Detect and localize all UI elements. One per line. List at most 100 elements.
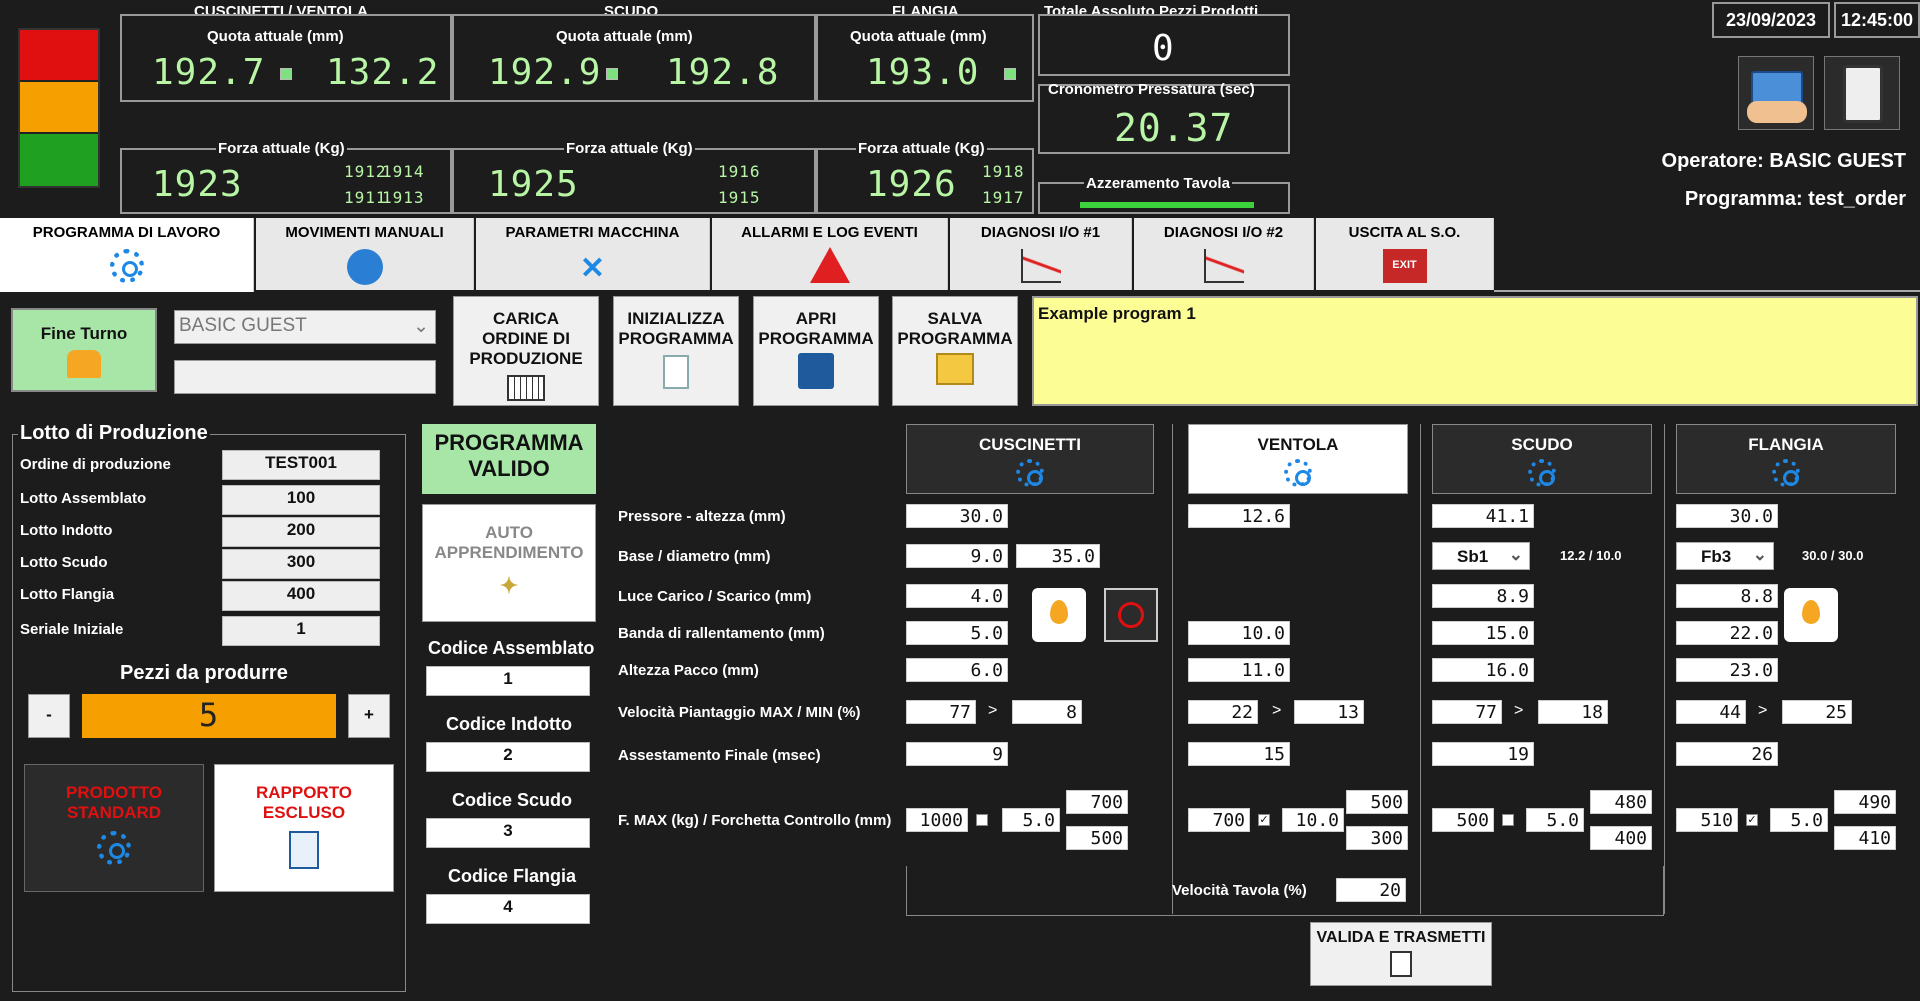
scu-pressore[interactable]: 41.1 xyxy=(1432,504,1534,528)
scu-fmax[interactable]: 500 xyxy=(1432,808,1494,832)
section-flangia[interactable]: FLANGIA xyxy=(1676,424,1896,494)
lotto-row-value[interactable]: 300 xyxy=(222,549,380,579)
ven-fmax[interactable]: 700 xyxy=(1188,808,1250,832)
cus-fmax[interactable]: 1000 xyxy=(906,808,968,832)
tab-uscita-so[interactable]: USCITA AL S.O. EXIT xyxy=(1316,218,1494,290)
scu-f-hi[interactable]: 480 xyxy=(1590,790,1652,814)
inizializza-programma-button[interactable]: INIZIALIZZA PROGRAMMA xyxy=(613,296,739,406)
tab-diagnosi-io-1[interactable]: DIAGNOSI I/O #1 xyxy=(950,218,1132,290)
tab-parametri-macchina[interactable]: PARAMETRI MACCHINA ✕ xyxy=(476,218,710,290)
fla-fmax[interactable]: 510 xyxy=(1676,808,1738,832)
ven-pressore[interactable]: 12.6 xyxy=(1188,504,1290,528)
cus-pressore[interactable]: 30.0 xyxy=(906,504,1008,528)
cus-assestamento[interactable]: 9 xyxy=(906,742,1008,766)
calculator-button[interactable] xyxy=(1824,56,1900,130)
ven-pacco[interactable]: 11.0 xyxy=(1188,658,1290,682)
scu-vmax[interactable]: 77 xyxy=(1432,700,1502,724)
fla-base-select[interactable]: Fb3 ⌄ xyxy=(1676,542,1774,570)
fine-turno-button[interactable]: Fine Turno xyxy=(11,308,157,392)
tab-programma-di-lavoro[interactable]: PROGRAMMA DI LAVORO xyxy=(0,218,254,292)
sc-status-led xyxy=(606,68,618,80)
cus-disable-button[interactable] xyxy=(1104,588,1158,642)
pezzi-plus-button[interactable]: + xyxy=(348,694,390,738)
sc-forza-label: Forza attuale (Kg) xyxy=(564,140,695,157)
section-scudo[interactable]: SCUDO xyxy=(1432,424,1652,494)
valida-trasmetti-button[interactable]: VALIDA E TRASMETTI xyxy=(1310,922,1492,986)
fla-luce[interactable]: 8.8 xyxy=(1676,584,1778,608)
ven-forchetta[interactable]: 10.0 xyxy=(1282,808,1344,832)
fla-lubrication-button[interactable] xyxy=(1784,588,1838,642)
codice-value[interactable]: 4 xyxy=(426,894,590,924)
ven-vmin[interactable]: 13 xyxy=(1294,700,1364,724)
fla-pacco[interactable]: 23.0 xyxy=(1676,658,1778,682)
cus-lubrication-button[interactable] xyxy=(1032,588,1086,642)
scu-base-select[interactable]: Sb1 ⌄ xyxy=(1432,542,1530,570)
carica-ordine-button[interactable]: CARICA ORDINE DI PRODUZIONE xyxy=(453,296,599,406)
fla-vmax[interactable]: 44 xyxy=(1676,700,1746,724)
operator-select[interactable]: BASIC GUEST ⌄ xyxy=(174,310,436,344)
param-label: Banda di rallentamento (mm) xyxy=(618,625,825,642)
section-ventola[interactable]: VENTOLA xyxy=(1188,424,1408,494)
cus-pacco[interactable]: 6.0 xyxy=(906,658,1008,682)
cus-checkbox[interactable] xyxy=(976,814,988,826)
scu-pacco[interactable]: 16.0 xyxy=(1432,658,1534,682)
prodotto-standard-button[interactable]: PRODOTTO STANDARD xyxy=(24,764,204,892)
ven-banda[interactable]: 10.0 xyxy=(1188,621,1290,645)
codice-value[interactable]: 3 xyxy=(426,818,590,848)
lotto-row-label: Seriale Iniziale xyxy=(20,621,124,638)
ven-assestamento[interactable]: 15 xyxy=(1188,742,1290,766)
fla-banda[interactable]: 22.0 xyxy=(1676,621,1778,645)
rapporto-escluso-button[interactable]: RAPPORTO ESCLUSO xyxy=(214,764,394,892)
operator-input[interactable] xyxy=(174,360,436,394)
ven-checkbox[interactable]: ✓ xyxy=(1258,814,1270,826)
scu-luce[interactable]: 8.9 xyxy=(1432,584,1534,608)
fla-vmin[interactable]: 25 xyxy=(1782,700,1852,724)
fla-assestamento[interactable]: 26 xyxy=(1676,742,1778,766)
program-notes[interactable]: Example program 1 xyxy=(1032,296,1918,406)
cus-banda[interactable]: 5.0 xyxy=(906,621,1008,645)
ven-f-lo[interactable]: 300 xyxy=(1346,826,1408,850)
pezzi-value[interactable]: 5 xyxy=(82,694,336,738)
codice-value[interactable]: 1 xyxy=(426,666,590,696)
velocita-value[interactable]: 20 xyxy=(1336,878,1406,902)
lotto-row-value[interactable]: 1 xyxy=(222,616,380,646)
lotto-row-value[interactable]: TEST001 xyxy=(222,450,380,480)
cus-luce[interactable]: 4.0 xyxy=(906,584,1008,608)
cus-forchetta[interactable]: 5.0 xyxy=(1002,808,1060,832)
scu-assestamento[interactable]: 19 xyxy=(1432,742,1534,766)
cus-f-hi[interactable]: 700 xyxy=(1066,790,1128,814)
codice-value[interactable]: 2 xyxy=(426,742,590,772)
cus-vmin[interactable]: 8 xyxy=(1012,700,1082,724)
scu-f-lo[interactable]: 400 xyxy=(1590,826,1652,850)
section-cuscinetti[interactable]: CUSCINETTI xyxy=(906,424,1154,494)
tab-allarmi-log[interactable]: ALLARMI E LOG EVENTI xyxy=(712,218,948,290)
scu-checkbox[interactable] xyxy=(1502,814,1514,826)
ven-f-hi[interactable]: 500 xyxy=(1346,790,1408,814)
apri-programma-button[interactable]: APRI PROGRAMMA xyxy=(753,296,879,406)
tab-movimenti-manuali[interactable]: MOVIMENTI MANUALI xyxy=(256,218,474,290)
fla-f-hi[interactable]: 490 xyxy=(1834,790,1896,814)
cus-f-lo[interactable]: 500 xyxy=(1066,826,1128,850)
lotto-row-value[interactable]: 400 xyxy=(222,581,380,611)
cus-diametro[interactable]: 35.0 xyxy=(1016,544,1100,568)
scu-vmin[interactable]: 18 xyxy=(1538,700,1608,724)
cus-base[interactable]: 9.0 xyxy=(906,544,1008,568)
salva-programma-button[interactable]: SALVA PROGRAMMA xyxy=(892,296,1018,406)
keyboard-button[interactable] xyxy=(1738,56,1814,130)
tab-diagnosi-io-2[interactable]: DIAGNOSI I/O #2 xyxy=(1134,218,1314,290)
gear-icon xyxy=(1016,459,1044,487)
ven-vmax[interactable]: 22 xyxy=(1188,700,1258,724)
cv-forza-3: 1911 xyxy=(344,188,387,207)
lotto-row-value[interactable]: 200 xyxy=(222,517,380,547)
pezzi-minus-button[interactable]: - xyxy=(28,694,70,738)
scu-banda[interactable]: 15.0 xyxy=(1432,621,1534,645)
fla-forchetta[interactable]: 5.0 xyxy=(1770,808,1828,832)
fla-f-lo[interactable]: 410 xyxy=(1834,826,1896,850)
cv-quota-label: Quota attuale (mm) xyxy=(207,28,344,45)
fla-pressore[interactable]: 30.0 xyxy=(1676,504,1778,528)
cus-vmax[interactable]: 77 xyxy=(906,700,976,724)
auto-apprendimento-button[interactable]: AUTO APPRENDIMENTO ✦ xyxy=(422,504,596,622)
scu-forchetta[interactable]: 5.0 xyxy=(1526,808,1584,832)
fla-checkbox[interactable]: ✓ xyxy=(1746,814,1758,826)
lotto-row-value[interactable]: 100 xyxy=(222,485,380,515)
